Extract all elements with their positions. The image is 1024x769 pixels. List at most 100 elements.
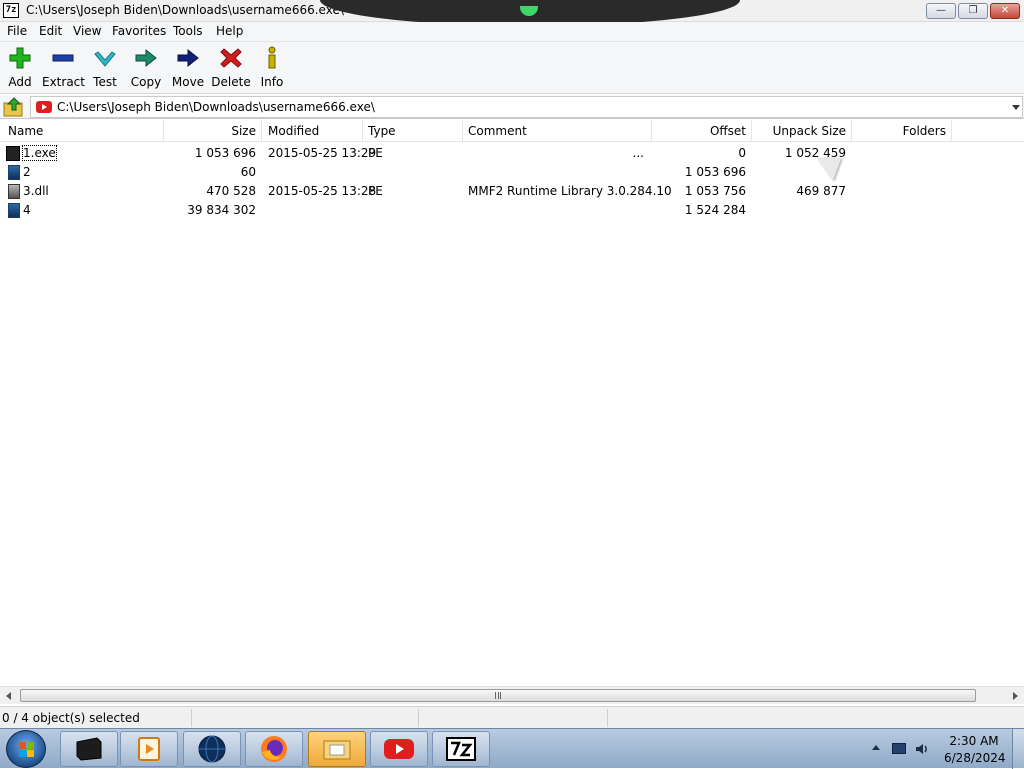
horizontal-scrollbar[interactable] bbox=[0, 686, 1024, 704]
menu-tools[interactable]: Tools bbox=[173, 24, 203, 38]
scroll-right-icon[interactable] bbox=[1013, 692, 1018, 700]
table-row[interactable]: 2 60 1 053 696 bbox=[0, 163, 1024, 182]
path-input[interactable]: C:\Users\Joseph Biden\Downloads\username… bbox=[30, 96, 1023, 118]
title-bar: 7z C:\Users\Joseph Biden\Downloads\usern… bbox=[0, 0, 1024, 26]
clock-time[interactable]: 2:30 AM bbox=[944, 734, 1004, 748]
column-separator[interactable] bbox=[163, 120, 164, 142]
add-label: Add bbox=[8, 75, 32, 89]
taskbar-app-globe[interactable] bbox=[183, 731, 241, 767]
chevron-down-icon[interactable] bbox=[1012, 105, 1020, 110]
media-player-icon bbox=[138, 737, 160, 761]
menu-help[interactable]: Help bbox=[216, 24, 243, 38]
exe-file-icon bbox=[6, 146, 20, 161]
copy-icon bbox=[135, 48, 157, 68]
menu-view[interactable]: View bbox=[73, 24, 101, 38]
taskbar-app-7zip[interactable] bbox=[432, 731, 490, 767]
column-folders[interactable]: Folders bbox=[860, 124, 946, 138]
add-button[interactable]: Add bbox=[2, 46, 38, 92]
taskbar-app-explorer[interactable] bbox=[60, 731, 118, 767]
window-icon bbox=[76, 737, 102, 761]
file-size: 470 528 bbox=[206, 184, 256, 198]
copy-button[interactable]: Copy bbox=[128, 46, 164, 92]
move-label: Move bbox=[171, 75, 205, 89]
menu-bar: File Edit View Favorites Tools Help bbox=[0, 22, 1024, 42]
firefox-icon bbox=[261, 736, 287, 762]
scrollbar-thumb[interactable] bbox=[20, 689, 976, 702]
file-name: 4 bbox=[23, 203, 31, 217]
column-comment[interactable]: Comment bbox=[468, 124, 527, 138]
add-icon bbox=[9, 47, 31, 69]
maximize-button[interactable]: ❐ bbox=[958, 3, 988, 19]
file-modified: 2015-05-25 13:29 bbox=[268, 146, 377, 160]
extract-button[interactable]: Extract bbox=[42, 46, 85, 92]
table-row[interactable]: 1.exe 1 053 696 2015-05-25 13:29 PE ... … bbox=[0, 144, 1024, 163]
file-offset: 1 053 756 bbox=[684, 184, 746, 198]
show-hidden-icons-icon[interactable] bbox=[872, 745, 880, 750]
minimize-button[interactable]: — bbox=[926, 3, 956, 19]
column-modified[interactable]: Modified bbox=[268, 124, 319, 138]
taskbar-app-firefox[interactable] bbox=[245, 731, 303, 767]
window-title: C:\Users\Joseph Biden\Downloads\username… bbox=[26, 3, 344, 17]
table-row[interactable]: 3.dll 470 528 2015-05-25 13:28 PE MMF2 R… bbox=[0, 182, 1024, 201]
up-folder-icon[interactable] bbox=[2, 96, 26, 118]
column-separator[interactable] bbox=[851, 120, 852, 142]
menu-favorites[interactable]: Favorites bbox=[112, 24, 166, 38]
test-label: Test bbox=[93, 75, 117, 89]
file-type: PE bbox=[368, 146, 383, 160]
volume-icon[interactable] bbox=[914, 741, 930, 757]
start-button[interactable] bbox=[6, 730, 46, 768]
file-size: 39 834 302 bbox=[187, 203, 256, 217]
column-type[interactable]: Type bbox=[368, 124, 396, 138]
file-name: 2 bbox=[23, 165, 31, 179]
toolbar: Add Extract Test Copy Move Delete Info bbox=[0, 42, 1024, 94]
taskbar-app-file-explorer[interactable] bbox=[308, 731, 366, 767]
file-icon bbox=[8, 165, 20, 180]
test-icon bbox=[94, 51, 116, 67]
scroll-left-icon[interactable] bbox=[6, 692, 11, 700]
youtube-icon bbox=[384, 739, 414, 759]
network-icon[interactable] bbox=[892, 743, 906, 754]
file-size: 60 bbox=[240, 165, 256, 179]
address-bar: C:\Users\Joseph Biden\Downloads\username… bbox=[0, 95, 1024, 119]
close-button[interactable]: ✕ bbox=[990, 3, 1020, 19]
info-label: Info bbox=[260, 75, 284, 89]
delete-icon bbox=[220, 48, 242, 68]
folder-icon bbox=[323, 740, 351, 760]
info-button[interactable]: Info bbox=[256, 46, 288, 92]
menu-edit[interactable]: Edit bbox=[39, 24, 62, 38]
column-separator[interactable] bbox=[951, 120, 952, 142]
column-separator[interactable] bbox=[651, 120, 652, 142]
file-unpack-size: 469 877 bbox=[796, 184, 846, 198]
file-offset: 1 524 284 bbox=[684, 203, 746, 217]
table-row[interactable]: 4 39 834 302 1 524 284 bbox=[0, 201, 1024, 220]
column-offset[interactable]: Offset bbox=[660, 124, 746, 138]
column-name[interactable]: Name bbox=[8, 124, 43, 138]
file-type: PE bbox=[368, 184, 383, 198]
file-list: Name Size Modified Type Comment Offset U… bbox=[0, 120, 1024, 688]
column-separator[interactable] bbox=[362, 120, 363, 142]
column-unpack-size[interactable]: Unpack Size bbox=[760, 124, 846, 138]
file-icon bbox=[8, 203, 20, 218]
column-separator[interactable] bbox=[261, 120, 262, 142]
file-modified: 2015-05-25 13:28 bbox=[268, 184, 377, 198]
move-button[interactable]: Move bbox=[170, 46, 206, 92]
dll-file-icon bbox=[8, 184, 20, 199]
delete-button[interactable]: Delete bbox=[211, 46, 251, 92]
youtube-icon bbox=[36, 101, 52, 113]
test-button[interactable]: Test bbox=[88, 46, 122, 92]
extract-label: Extract bbox=[42, 75, 85, 89]
file-comment: MMF2 Runtime Library 3.0.284.10 bbox=[468, 184, 672, 198]
menu-file[interactable]: File bbox=[7, 24, 27, 38]
taskbar-app-media-player[interactable] bbox=[120, 731, 178, 767]
selection-status: 0 / 4 object(s) selected bbox=[2, 711, 140, 725]
column-separator[interactable] bbox=[462, 120, 463, 142]
file-name: 1.exe bbox=[22, 145, 57, 161]
clock-date[interactable]: 6/28/2024 bbox=[944, 751, 1006, 765]
path-text: C:\Users\Joseph Biden\Downloads\username… bbox=[57, 100, 375, 114]
show-desktop-button[interactable] bbox=[1012, 729, 1024, 769]
taskbar-app-youtube[interactable] bbox=[370, 731, 428, 767]
7zip-app-icon: 7z bbox=[3, 3, 19, 18]
column-size[interactable]: Size bbox=[170, 124, 256, 138]
copy-label: Copy bbox=[130, 75, 162, 89]
column-separator[interactable] bbox=[751, 120, 752, 142]
